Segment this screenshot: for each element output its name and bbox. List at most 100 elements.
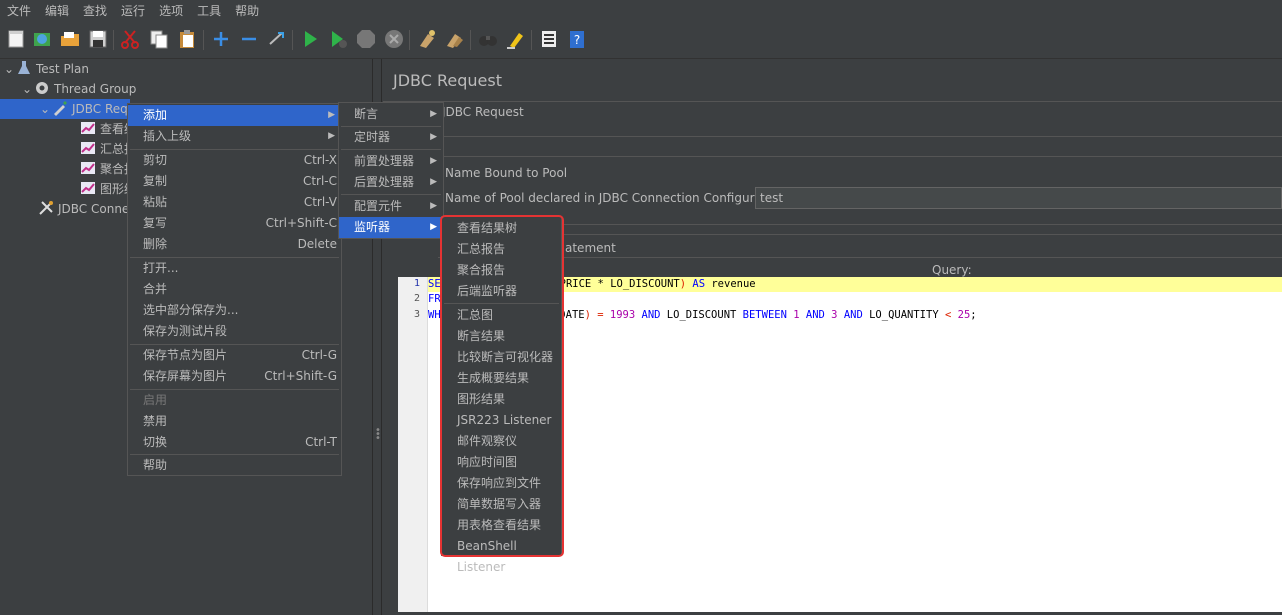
menu-item-delete[interactable]: 删除 Delete — [128, 234, 341, 255]
clear-all-icon[interactable] — [444, 28, 466, 50]
code-line-2: FR — [428, 293, 441, 305]
listener-aggregate-graph[interactable]: 汇总图 — [442, 305, 561, 326]
expand-icon[interactable] — [210, 28, 232, 50]
listener-simple-data-writer[interactable]: 简单数据写入器 — [442, 494, 561, 515]
menu-item-enable: 启用 — [143, 393, 168, 407]
listener-beanshell[interactable]: BeanShell Listener — [442, 536, 561, 574]
listener-save-responses[interactable]: 保存响应到文件 — [442, 473, 561, 494]
tree-node-jdbc-connection[interactable]: JDBC Conne — [38, 199, 129, 219]
menu-tools[interactable]: 工具 — [190, 0, 228, 22]
query-type-label: atement — [565, 241, 616, 255]
menu-item-save-screen-image[interactable]: 保存屏幕为图片 Ctrl+Shift-G — [128, 366, 341, 387]
submenu-item-listeners[interactable]: 监听器 ▶ — [339, 217, 443, 238]
tree-node-jdbc-request[interactable]: ⌄ JDBC Req — [0, 99, 130, 119]
listener-jsr223[interactable]: JSR223 Listener — [442, 410, 561, 431]
wrench-icon — [38, 200, 54, 216]
listener-view-results-table[interactable]: 用表格查看结果 — [442, 515, 561, 536]
submenu-item-config-elements[interactable]: 配置元件 ▶ — [339, 196, 443, 217]
function-helper-icon[interactable] — [538, 28, 560, 50]
pool-name-label: Name of Pool declared in JDBC Connection… — [445, 191, 789, 205]
submenu-item-pre-processors[interactable]: 前置处理器 ▶ — [339, 151, 443, 172]
listener-response-time-graph[interactable]: 响应时间图 — [442, 452, 561, 473]
menu-help[interactable]: 帮助 — [228, 0, 266, 22]
line-number: 3 — [413, 309, 420, 320]
paste-icon[interactable] — [176, 28, 198, 50]
chart-icon — [80, 140, 96, 156]
cut-icon[interactable] — [119, 28, 141, 50]
chart-icon — [80, 160, 96, 176]
menu-item-toggle[interactable]: 切换 Ctrl-T — [128, 432, 341, 453]
copy-icon[interactable] — [148, 28, 170, 50]
menu-item-merge[interactable]: 合并 — [128, 279, 341, 300]
listener-view-results-tree[interactable]: 查看结果树 — [442, 218, 561, 239]
listener-aggregate-report[interactable]: 聚合报告 — [442, 260, 561, 281]
expand-chevron-icon[interactable]: ⌄ — [40, 99, 52, 119]
help-icon[interactable]: ? — [566, 28, 588, 50]
pool-name-input[interactable]: test — [755, 187, 1282, 209]
watermark: CSDN @bmyyyyyy — [1156, 589, 1268, 603]
listener-mailer-visualizer[interactable]: 邮件观察仪 — [442, 431, 561, 452]
templates-icon[interactable] — [31, 28, 53, 50]
toggle-icon[interactable] — [266, 28, 288, 50]
listener-generate-summary[interactable]: 生成概要结果 — [442, 368, 561, 389]
toolbar: ? — [0, 22, 1282, 59]
collapse-icon[interactable] — [238, 28, 260, 50]
new-icon[interactable] — [5, 28, 27, 50]
pool-section-label: Name Bound to Pool — [445, 166, 568, 180]
menu-item-paste[interactable]: 粘贴 Ctrl-V — [128, 192, 341, 213]
name-field[interactable]: JDBC Request — [438, 102, 1282, 124]
submenu-item-assertions[interactable]: 断言 ▶ — [339, 104, 443, 125]
menu-item-add[interactable]: 添加 ▶ — [128, 105, 341, 126]
reset-search-icon[interactable] — [505, 28, 527, 50]
clear-icon[interactable] — [416, 28, 438, 50]
menu-item-copy[interactable]: 复制 Ctrl-C — [128, 171, 341, 192]
start-icon[interactable] — [299, 28, 321, 50]
menu-item-insert-parent[interactable]: 插入上级 ▶ — [128, 126, 341, 147]
menu-item-help[interactable]: 帮助 — [128, 455, 341, 476]
menu-run[interactable]: 运行 — [114, 0, 152, 22]
start-no-pauses-icon[interactable] — [327, 28, 349, 50]
listener-compare-assertion-visualizer[interactable]: 比较断言可视化器 — [442, 347, 561, 368]
menubar: 文件 编辑 查找 运行 选项 工具 帮助 — [0, 0, 1282, 22]
line-number-gutter: 1 2 3 — [398, 277, 428, 612]
listener-summary-report[interactable]: 汇总报告 — [442, 239, 561, 260]
submenu-item-timers[interactable]: 定时器 ▶ — [339, 127, 443, 148]
grip-icon: • • • — [375, 425, 381, 444]
pipette-icon — [52, 100, 68, 116]
menu-item-disable[interactable]: 禁用 — [128, 411, 341, 432]
tree-node-thread-group[interactable]: ⌄ Thread Group — [22, 79, 136, 99]
submenu-arrow-icon: ▶ — [430, 109, 437, 119]
menu-item-open[interactable]: 打开... — [128, 258, 341, 279]
menu-item-save-node-image[interactable]: 保存节点为图片 Ctrl-G — [128, 345, 341, 366]
flask-icon — [16, 60, 32, 76]
menu-item-duplicate[interactable]: 复写 Ctrl+Shift-C — [128, 213, 341, 234]
save-icon[interactable] — [87, 28, 109, 50]
chart-icon — [80, 180, 96, 196]
menu-options[interactable]: 选项 — [152, 0, 190, 22]
line-number: 1 — [413, 278, 420, 289]
line-number: 2 — [413, 293, 420, 304]
menu-file[interactable]: 文件 — [0, 0, 38, 22]
expand-chevron-icon[interactable]: ⌄ — [22, 79, 34, 99]
tree-node-test-plan[interactable]: ⌄ Test Plan — [4, 59, 89, 79]
add-submenu: 断言 ▶ 定时器 ▶ 前置处理器 ▶ 后置处理器 ▶ 配置元件 ▶ 监听器 ▶ — [338, 102, 444, 239]
gear-icon — [34, 80, 50, 96]
search-binoculars-icon[interactable] — [477, 28, 499, 50]
menu-item-save-fragment[interactable]: 保存为测试片段 — [128, 321, 341, 342]
chart-icon — [80, 120, 96, 136]
listener-graph-results[interactable]: 图形结果 — [442, 389, 561, 410]
expand-chevron-icon[interactable]: ⌄ — [4, 59, 16, 79]
shutdown-icon[interactable] — [383, 28, 405, 50]
stop-icon[interactable] — [355, 28, 377, 50]
menu-search[interactable]: 查找 — [76, 0, 114, 22]
open-icon[interactable] — [59, 28, 81, 50]
submenu-item-post-processors[interactable]: 后置处理器 ▶ — [339, 172, 443, 193]
submenu-arrow-icon: ▶ — [430, 177, 437, 187]
menu-item-save-selection[interactable]: 选中部分保存为... — [128, 300, 341, 321]
listener-backend-listener[interactable]: 后端监听器 — [442, 281, 561, 302]
listener-submenu: 查看结果树 汇总报告 聚合报告 后端监听器 汇总图 断言结果 比较断言可视化器 … — [441, 216, 562, 574]
menu-item-cut[interactable]: 剪切 Ctrl-X — [128, 150, 341, 171]
menu-edit[interactable]: 编辑 — [38, 0, 76, 22]
listener-assertion-results[interactable]: 断言结果 — [442, 326, 561, 347]
submenu-arrow-icon: ▶ — [430, 156, 437, 166]
